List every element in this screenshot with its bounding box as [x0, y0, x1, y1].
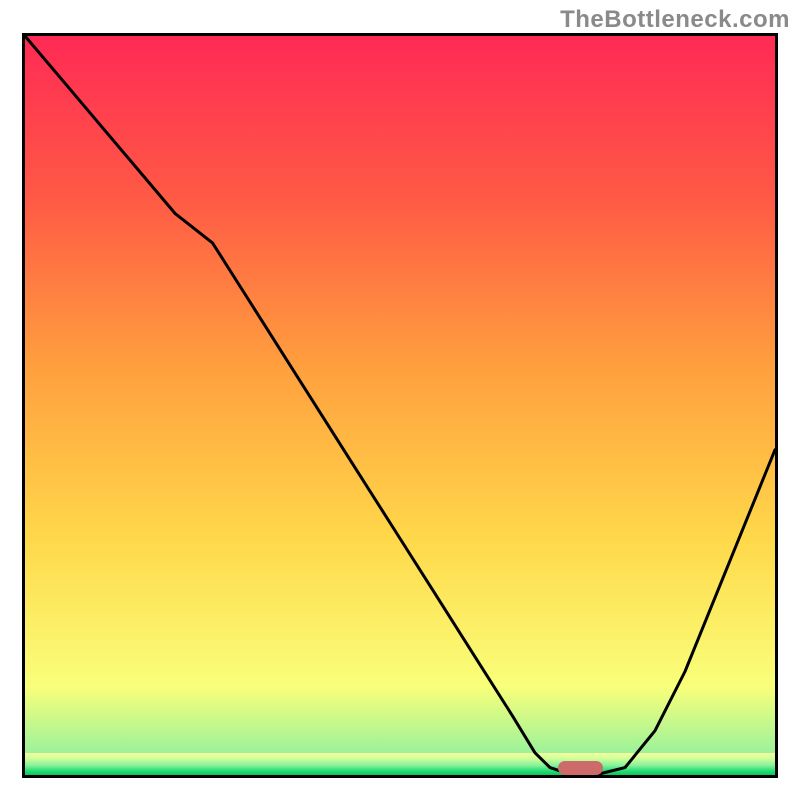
- watermark-text: TheBottleneck.com: [560, 6, 790, 34]
- curve-svg: [25, 36, 775, 775]
- optimal-marker: [558, 761, 603, 775]
- chart-stage: TheBottleneck.com: [0, 0, 800, 800]
- plot-area: [22, 33, 778, 778]
- bottleneck-curve: [25, 36, 775, 775]
